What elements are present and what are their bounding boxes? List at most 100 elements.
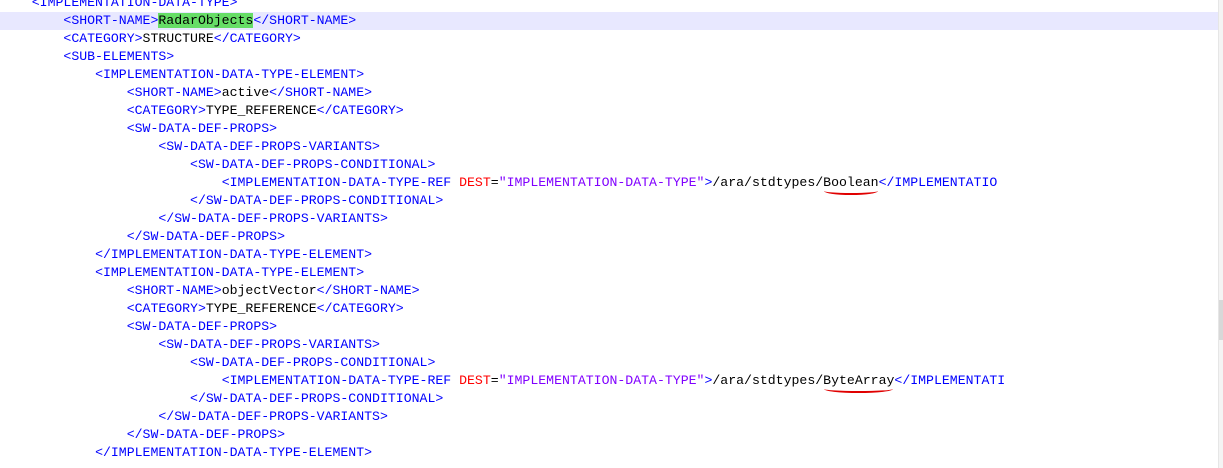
xml-tag: </IMPLEMENTATION-DATA-TYPE-ELEMENT> <box>95 445 373 460</box>
xml-text: active <box>221 85 270 100</box>
xml-tag: <SW-DATA-DEF-PROPS> <box>126 319 278 334</box>
xml-equals: = <box>490 175 499 190</box>
code-line[interactable]: </SW-DATA-DEF-PROPS> <box>0 228 285 246</box>
xml-tag: </CATEGORY> <box>316 103 404 118</box>
xml-attribute-value: "IMPLEMENTATION-DATA-TYPE" <box>498 373 705 388</box>
xml-tag: <SW-DATA-DEF-PROPS-CONDITIONAL> <box>190 157 436 172</box>
xml-tag: </SHORT-NAME> <box>253 13 357 28</box>
xml-tag: <IMPLEMENTATION-DATA-TYPE-REF <box>221 175 460 190</box>
xml-tag: </SW-DATA-DEF-PROPS> <box>126 427 285 442</box>
xml-tag: <SHORT-NAME> <box>63 13 159 28</box>
code-line[interactable]: <CATEGORY>TYPE_REFERENCE</CATEGORY> <box>0 102 404 120</box>
xml-tag: </SW-DATA-DEF-PROPS-VARIANTS> <box>158 409 388 424</box>
xml-tag: <SW-DATA-DEF-PROPS-CONDITIONAL> <box>190 355 436 370</box>
xml-text: /ara/stdtypes/ <box>712 175 824 190</box>
xml-text: objectVector <box>221 283 317 298</box>
vertical-scrollbar[interactable] <box>1218 0 1223 468</box>
xml-tag: <IMPLEMENTATION-DATA-TYPE-ELEMENT> <box>95 67 365 82</box>
code-line[interactable]: <SW-DATA-DEF-PROPS-CONDITIONAL> <box>0 156 435 174</box>
xml-tag: <IMPLEMENTATION-DATA-TYPE-ELEMENT> <box>95 265 365 280</box>
xml-attribute-value: "IMPLEMENTATION-DATA-TYPE" <box>498 175 705 190</box>
xml-tag: </IMPLEMENTATION-DATA-TYPE-ELEMENT> <box>95 247 373 262</box>
code-line[interactable]: </SW-DATA-DEF-PROPS-CONDITIONAL> <box>0 192 443 210</box>
xml-text: TYPE_REFERENCE <box>205 301 317 316</box>
code-line[interactable]: <SW-DATA-DEF-PROPS-CONDITIONAL> <box>0 354 435 372</box>
xml-tag: <IMPLEMENTATION-DATA-TYPE-REF <box>221 373 460 388</box>
code-line[interactable]: </SW-DATA-DEF-PROPS-CONDITIONAL> <box>0 390 443 408</box>
scrollbar-thumb[interactable] <box>1219 300 1223 340</box>
code-line[interactable]: <IMPLEMENTATION-DATA-TYPE-ELEMENT> <box>0 264 364 282</box>
code-line[interactable]: </SW-DATA-DEF-PROPS-VARIANTS> <box>0 210 388 228</box>
xml-tag: </CATEGORY> <box>213 31 301 46</box>
code-line[interactable]: <SHORT-NAME>objectVector</SHORT-NAME> <box>0 282 420 300</box>
code-line-current[interactable]: <SHORT-NAME>RadarObjects</SHORT-NAME> <box>0 12 1219 30</box>
xml-tag: </SHORT-NAME> <box>316 283 420 298</box>
code-line[interactable]: <SW-DATA-DEF-PROPS> <box>0 318 277 336</box>
xml-tag: </SW-DATA-DEF-PROPS> <box>126 229 285 244</box>
xml-tag: </SHORT-NAME> <box>269 85 373 100</box>
xml-tag: <SUB-ELEMENTS> <box>63 49 175 64</box>
xml-text: TYPE_REFERENCE <box>205 103 317 118</box>
code-line[interactable]: <SW-DATA-DEF-PROPS> <box>0 120 277 138</box>
xml-tag: </IMPLEMENTATI <box>894 373 1006 388</box>
code-line[interactable]: <CATEGORY>TYPE_REFERENCE</CATEGORY> <box>0 300 404 318</box>
xml-tag: </IMPLEMENTATIO <box>878 175 998 190</box>
code-line[interactable]: </SW-DATA-DEF-PROPS-VARIANTS> <box>0 408 388 426</box>
xml-editor[interactable]: <IMPLEMENTATION-DATA-TYPE> <SHORT-NAME>R… <box>0 0 1219 468</box>
xml-tag: <IMPLEMENTATION-DATA-TYPE> <box>31 0 238 10</box>
xml-tag: </CATEGORY> <box>316 301 404 316</box>
xml-text: STRUCTURE <box>142 31 214 46</box>
xml-tag: </SW-DATA-DEF-PROPS-VARIANTS> <box>158 211 388 226</box>
code-line[interactable]: <SW-DATA-DEF-PROPS-VARIANTS> <box>0 336 380 354</box>
xml-tag: <SW-DATA-DEF-PROPS-VARIANTS> <box>158 337 380 352</box>
xml-text: /ara/stdtypes/ <box>712 373 824 388</box>
code-line[interactable]: <CATEGORY>STRUCTURE</CATEGORY> <box>0 30 301 48</box>
code-line[interactable]: <IMPLEMENTATION-DATA-TYPE> <box>0 0 238 12</box>
code-line[interactable]: <SW-DATA-DEF-PROPS-VARIANTS> <box>0 138 380 156</box>
xml-tag: <SHORT-NAME> <box>126 283 222 298</box>
xml-tag: <SW-DATA-DEF-PROPS-VARIANTS> <box>158 139 380 154</box>
code-line[interactable]: </IMPLEMENTATION-DATA-TYPE-ELEMENT> <box>0 444 372 462</box>
red-underline-annotation <box>824 187 878 195</box>
xml-equals: = <box>490 373 499 388</box>
search-match-highlight: RadarObjects <box>158 13 254 28</box>
xml-tag: <CATEGORY> <box>126 301 206 316</box>
xml-tag: <CATEGORY> <box>63 31 143 46</box>
xml-tag: <SW-DATA-DEF-PROPS> <box>126 121 278 136</box>
red-underline-annotation <box>824 385 894 393</box>
code-line[interactable]: <SUB-ELEMENTS> <box>0 48 174 66</box>
xml-tag: <CATEGORY> <box>126 103 206 118</box>
code-line[interactable]: </IMPLEMENTATION-DATA-TYPE-ELEMENT> <box>0 246 372 264</box>
xml-attribute: DEST <box>459 373 491 388</box>
xml-tag: </SW-DATA-DEF-PROPS-CONDITIONAL> <box>190 193 444 208</box>
code-line[interactable]: </SW-DATA-DEF-PROPS> <box>0 426 285 444</box>
code-line[interactable]: <IMPLEMENTATION-DATA-TYPE-ELEMENT> <box>0 66 364 84</box>
xml-attribute: DEST <box>459 175 491 190</box>
code-line[interactable]: <SHORT-NAME>active</SHORT-NAME> <box>0 84 372 102</box>
